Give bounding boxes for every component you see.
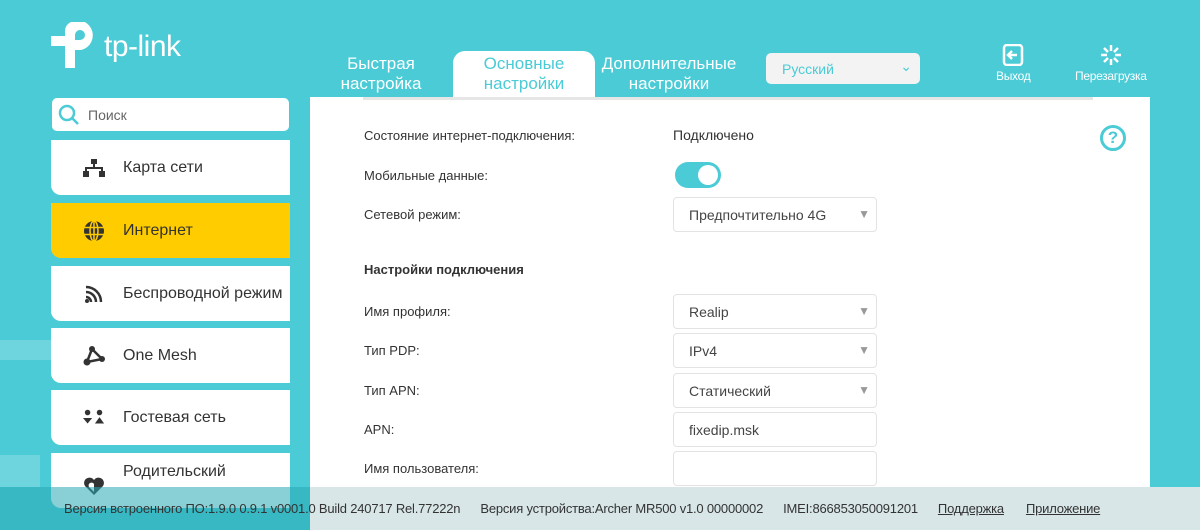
search-icon [58, 104, 79, 125]
profile-label: Имя профиля: [364, 304, 451, 319]
chevron-down-icon: ⌄ [900, 58, 912, 74]
search-input[interactable]: Поиск [52, 98, 289, 131]
section-title: Настройки подключения [364, 262, 524, 277]
sidebar-item-label: Родительский [123, 463, 226, 480]
profile-select[interactable]: Realip ▼ [673, 294, 877, 329]
tp-link-logo: tp-link [50, 22, 181, 72]
sidebar-item-wireless[interactable]: Беспроводной режим [51, 266, 290, 321]
tab-quick-setup[interactable]: Быстрая настройка [310, 51, 452, 97]
apn-input[interactable]: fixedip.msk [673, 412, 877, 447]
network-map-icon [83, 157, 105, 179]
pdp-type-select[interactable]: IPv4 ▼ [673, 333, 877, 368]
sidebar-item-internet[interactable]: Интернет [51, 203, 290, 258]
reboot-label: Перезагрузка [1075, 69, 1147, 83]
apn-label: APN: [364, 422, 395, 437]
logo-text: tp-link [104, 30, 181, 63]
sidebar-item-onemesh[interactable]: One Mesh [51, 328, 290, 383]
tab-basic[interactable]: Основные настройки [453, 51, 595, 97]
globe-icon [83, 219, 105, 242]
language-value: Русский [782, 61, 834, 77]
pdp-type-label: Тип PDP: [364, 343, 420, 358]
sidebar-item-network-map[interactable]: Карта сети [51, 140, 290, 195]
tp-link-logo-icon [51, 22, 93, 68]
sidebar-item-label: Интернет [123, 221, 193, 239]
logout-icon [1002, 43, 1024, 67]
username-label: Имя пользователя: [364, 461, 479, 476]
mesh-icon [83, 345, 105, 367]
divider [363, 97, 1093, 100]
tab-advanced[interactable]: Дополнительные настройки [596, 51, 742, 97]
pdp-type-value: IPv4 [689, 343, 718, 359]
sidebar-item-label: Беспроводной режим [123, 284, 283, 302]
network-mode-label: Сетевой режим: [364, 207, 461, 222]
logout-label: Выход [996, 69, 1031, 83]
dropdown-arrow-icon: ▼ [858, 304, 870, 318]
dropdown-arrow-icon: ▼ [858, 383, 870, 397]
username-input[interactable] [673, 451, 877, 486]
mobile-data-label: Мобильные данные: [364, 168, 488, 183]
language-select[interactable]: Русский ⌄ [766, 53, 920, 84]
dropdown-arrow-icon: ▼ [858, 343, 870, 357]
network-mode-value: Предпочтительно 4G [689, 207, 827, 223]
hardware-version: Версия устройства:Archer MR500 v1.0 0000… [480, 501, 764, 516]
apn-type-value: Статический [689, 383, 771, 399]
app-link[interactable]: Приложение [1026, 501, 1100, 516]
wireless-icon [83, 283, 105, 305]
reboot-button[interactable]: Перезагрузка [1075, 44, 1147, 83]
footer: Версия встроенного ПО:1.9.0 0.9.1 v0001.… [0, 487, 1200, 530]
sidebar-item-label: Гостевая сеть [123, 408, 226, 426]
sidebar-item-label: One Mesh [123, 346, 197, 364]
network-mode-select[interactable]: Предпочтительно 4G ▼ [673, 197, 877, 232]
support-link[interactable]: Поддержка [938, 501, 1004, 516]
search-placeholder: Поиск [88, 106, 127, 123]
profile-value: Realip [689, 304, 729, 320]
firmware-version: Версия встроенного ПО:1.9.0 0.9.1 v0001.… [64, 501, 461, 516]
apn-type-select[interactable]: Статический ▼ [673, 373, 877, 408]
reboot-icon [1100, 45, 1121, 65]
sidebar-item-guest[interactable]: Гостевая сеть [51, 390, 290, 445]
help-icon[interactable]: ? [1100, 125, 1126, 151]
sidebar-item-label: Карта сети [123, 158, 203, 176]
status-label: Состояние интернет-подключения: [364, 128, 575, 143]
mobile-data-toggle[interactable] [675, 162, 721, 188]
content-panel: ? Состояние интернет-подключения: Подклю… [310, 97, 1150, 530]
guest-icon [83, 407, 105, 429]
logout-button[interactable]: Выход [996, 43, 1031, 83]
imei: IMEI:866853050091201 [783, 501, 918, 516]
dropdown-arrow-icon: ▼ [858, 207, 870, 221]
apn-type-label: Тип APN: [364, 383, 420, 398]
apn-value: fixedip.msk [689, 422, 760, 438]
status-value: Подключено [673, 127, 754, 143]
